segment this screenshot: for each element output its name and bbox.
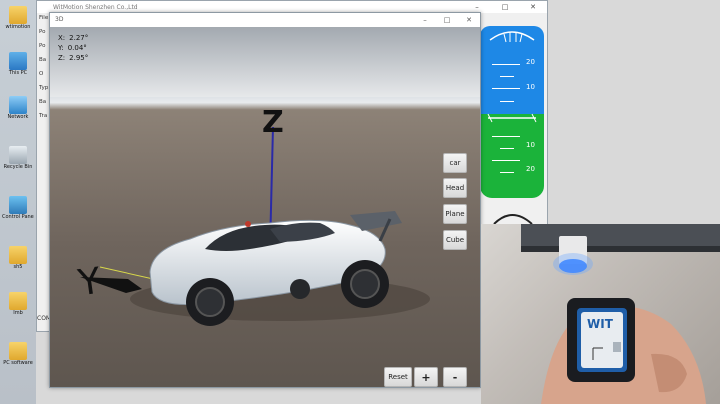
car-model-scene: Y <box>50 27 480 326</box>
desktop-icon[interactable]: Network <box>2 96 34 120</box>
desktop-icon[interactable]: Control Panel <box>2 196 34 220</box>
angle-readout: X: 2.27° Y: 0.04° Z: 2.95° <box>58 33 88 63</box>
reset-button[interactable]: Reset <box>384 367 412 387</box>
sensor-photo-image: WIT <box>521 224 720 404</box>
desktop-icon-label: wtimotion <box>5 24 31 30</box>
maximize-button[interactable]: □ <box>491 3 519 11</box>
pitch-label: 20 <box>526 58 535 66</box>
witmotion-title: WitMotion Shenzhen Co.,Ltd <box>53 3 138 11</box>
desktop-icon-strip: wtimotion This PC Network Recycle Bin Contro… <box>0 0 36 404</box>
3d-viewport[interactable]: Y X: 2.27° Y: 0.04° Z: 2.95° Z car Head … <box>50 27 480 387</box>
zoom-out-button[interactable]: - <box>443 367 467 387</box>
axis-name: Z: <box>58 54 66 62</box>
desktop-icon[interactable]: Recycle Bin <box>2 146 34 170</box>
control-panel-icon <box>9 196 27 214</box>
axis-value: 2.95° <box>69 54 89 62</box>
pitch-label: 10 <box>526 141 535 149</box>
zoom-in-button[interactable]: + <box>414 367 438 387</box>
plane-model-button[interactable]: Plane <box>443 204 467 224</box>
desktop-icon-label: Imb <box>13 310 23 316</box>
desktop-icon[interactable]: This PC <box>2 52 34 76</box>
close-button[interactable]: ✕ <box>519 3 547 11</box>
desktop-icon-label: PC software <box>3 360 33 366</box>
desktop-icon[interactable]: sh5 <box>2 246 34 270</box>
folder-icon <box>9 246 27 264</box>
folder-icon <box>9 6 27 24</box>
desktop-icon-label: sh5 <box>13 264 23 270</box>
head-model-button[interactable]: Head <box>443 178 467 198</box>
desktop-icon[interactable]: wtimotion <box>2 6 34 30</box>
angle-row-y: Y: 0.04° <box>58 43 88 53</box>
minimize-button[interactable]: – <box>414 16 436 24</box>
3d-title-bar: 3D – □ ✕ <box>50 13 480 26</box>
attitude-indicator: 20 10 10 20 <box>480 26 544 198</box>
angle-row-x: X: 2.27° <box>58 33 88 43</box>
maximize-button[interactable]: □ <box>436 16 458 24</box>
desktop-icon-label: Network <box>7 114 29 120</box>
car-model-button[interactable]: car <box>443 153 467 173</box>
desktop-icon-label: Control Panel <box>2 214 34 220</box>
3d-view-window: 3D – □ ✕ Y X: 2.27° Y: 0.04° Z: 2.95° Z … <box>49 12 481 388</box>
desktop-icon[interactable]: PC software <box>2 342 34 366</box>
sensor-camera-photo: WIT <box>481 224 720 404</box>
network-icon <box>9 96 27 114</box>
pitch-label: 10 <box>526 83 535 91</box>
close-button[interactable]: ✕ <box>458 16 480 24</box>
angle-row-z: Z: 2.95° <box>58 53 88 63</box>
axis-name: Y: <box>58 44 64 52</box>
desktop-icon-label: Recycle Bin <box>3 164 33 170</box>
minimize-button[interactable]: – <box>463 3 491 11</box>
axis-name: X: <box>58 34 66 42</box>
attitude-lower-panel <box>480 200 546 225</box>
desktop-icon-label: This PC <box>8 70 28 76</box>
axis-value: 0.04° <box>67 44 87 52</box>
pitch-label: 20 <box>526 165 535 173</box>
recycle-bin-icon <box>9 146 27 164</box>
desktop-icon[interactable]: Imb <box>2 292 34 316</box>
3d-window-title: 3D <box>55 16 64 23</box>
z-axis-label: Z <box>262 105 284 140</box>
this-pc-icon <box>9 52 27 70</box>
compass-arc <box>493 214 533 225</box>
axis-value: 2.27° <box>69 34 89 42</box>
folder-icon <box>9 342 27 360</box>
cube-model-button[interactable]: Cube <box>443 230 467 250</box>
svg-text:WIT: WIT <box>587 317 614 331</box>
folder-icon <box>9 292 27 310</box>
